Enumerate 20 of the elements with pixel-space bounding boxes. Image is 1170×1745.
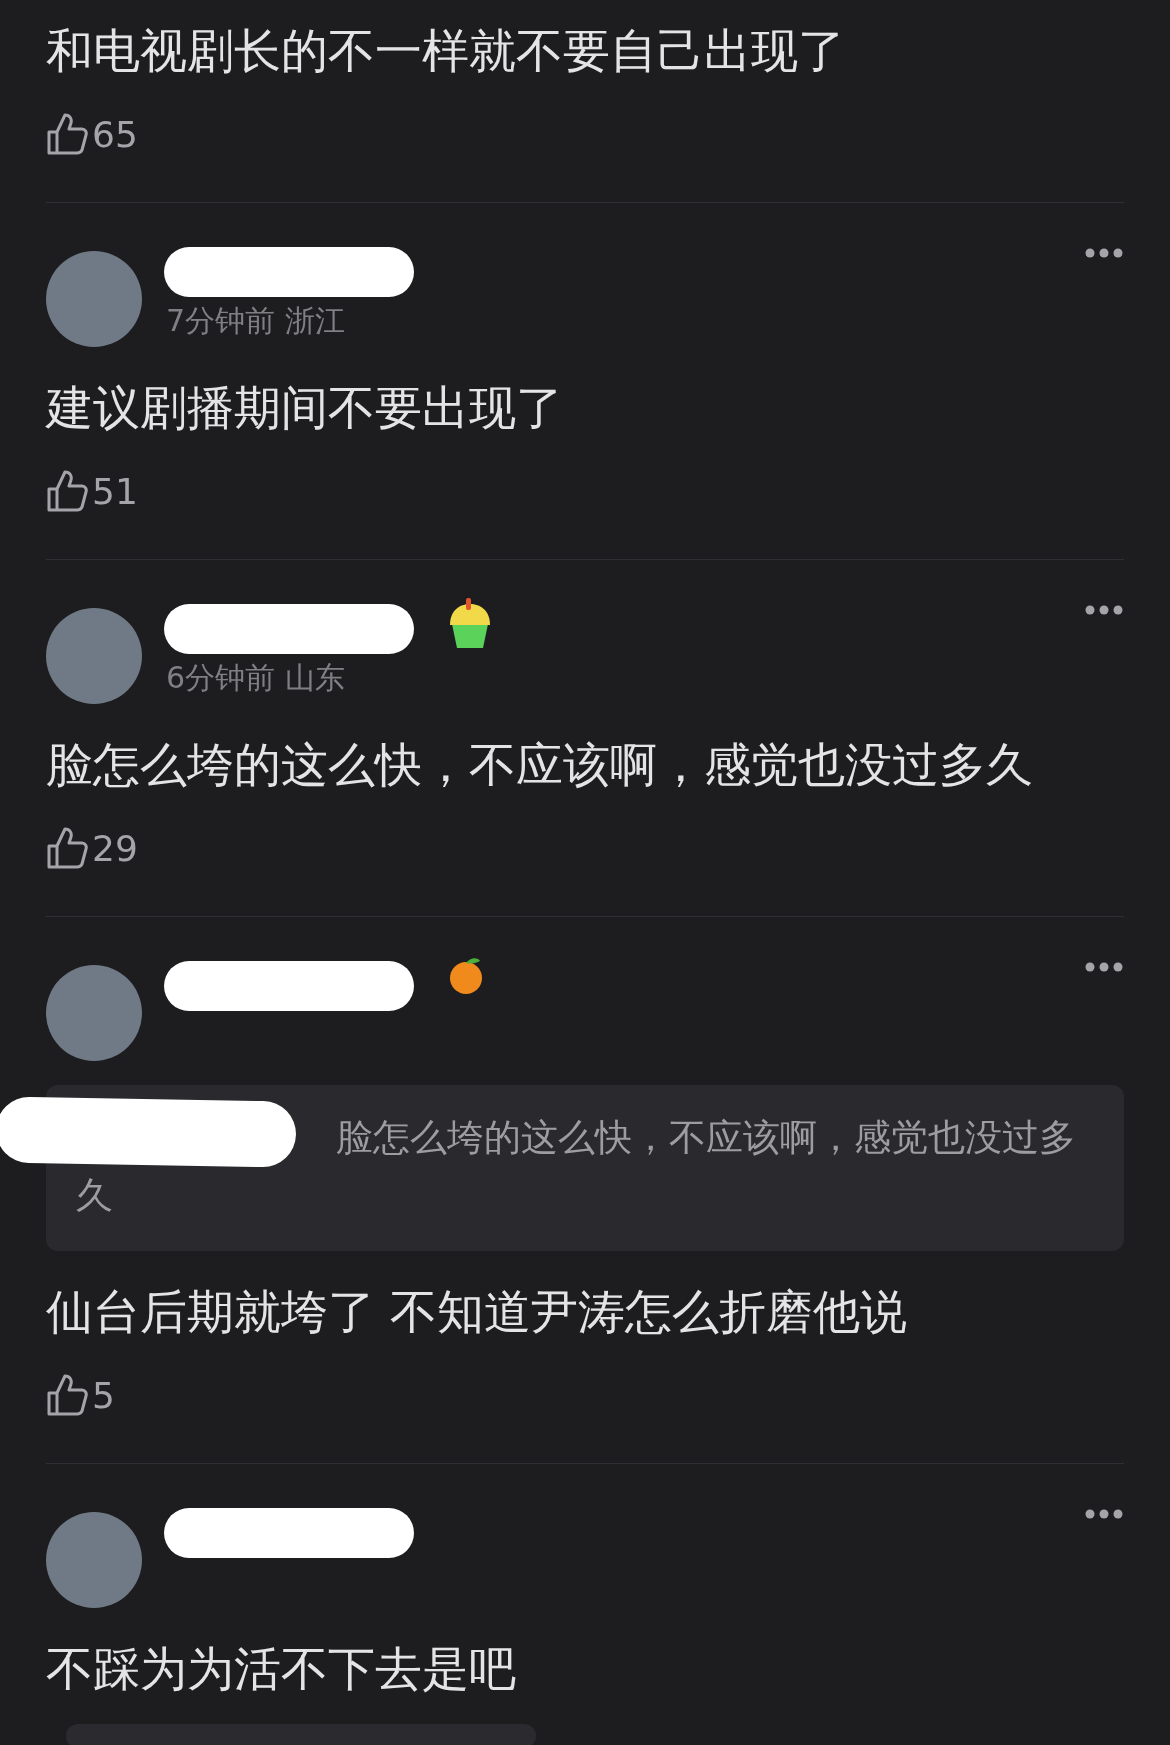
comment-text: 脸怎么垮的这么快，不应该啊，感觉也没过多久 — [46, 736, 1034, 794]
comment-text: 不踩为为活不下去是吧 — [46, 1640, 517, 1698]
like-count: 51 — [92, 470, 138, 512]
more-icon[interactable] — [1084, 961, 1124, 973]
like-count: 5 — [92, 1374, 115, 1416]
thumbs-up-icon[interactable] — [46, 469, 88, 513]
thumbs-up-icon[interactable] — [46, 826, 88, 870]
comment-meta: 7分钟前 浙江 — [166, 302, 345, 340]
more-icon[interactable] — [1084, 247, 1124, 259]
like-count: 65 — [92, 113, 138, 155]
comment-text: 仙台后期就垮了 不知道尹涛怎么折磨他说 — [46, 1283, 908, 1341]
quoted-text: 脸怎么垮的这么快，不应该啊，感觉也没过多久 — [76, 1115, 1077, 1219]
more-icon[interactable] — [1084, 604, 1124, 616]
thumbs-up-icon[interactable] — [46, 112, 88, 156]
comment-meta: 6分钟前 山东 — [166, 659, 345, 697]
like-count: 29 — [92, 827, 138, 869]
thumbs-up-icon[interactable] — [46, 1373, 88, 1417]
more-icon[interactable] — [1084, 1508, 1124, 1520]
comment-text: 建议剧播期间不要出现了 — [46, 379, 564, 437]
comment-text: 和电视剧长的不一样就不要自己出现了 — [46, 22, 846, 80]
